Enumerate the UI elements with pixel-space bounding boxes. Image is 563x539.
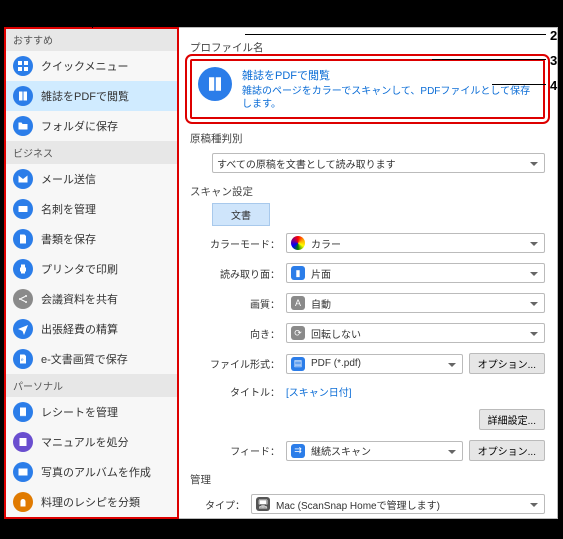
color-mode-label: カラーモード： [190, 236, 280, 251]
folder-icon [13, 116, 33, 136]
orientation-value: 回転しない [311, 326, 361, 341]
sidebar-item-label: フォルダに保存 [41, 118, 118, 134]
section-manage: 管理 [190, 472, 545, 487]
feed-value: 継続スキャン [311, 443, 371, 458]
title-label: タイトル： [190, 384, 280, 399]
doctype-select[interactable]: すべての原稿を文書として読み取ります [212, 153, 545, 173]
orientation-select[interactable]: ⟳ 回転しない [286, 323, 545, 343]
edoc-icon: e [13, 349, 33, 369]
sidebar-item-label: 写真のアルバムを作成 [41, 464, 151, 480]
scan-side-label: 読み取り面： [190, 266, 280, 281]
sidebar-category-business: ビジネス [5, 141, 177, 164]
book-icon [198, 67, 232, 101]
color-mode-select[interactable]: カラー [286, 233, 545, 253]
color-mode-value: カラー [311, 236, 341, 251]
card-icon [13, 199, 33, 219]
sidebar-item-label: 書類を保存 [41, 231, 96, 247]
sidebar-item[interactable]: プリンタで印刷 [5, 254, 177, 284]
scan-tab-document[interactable]: 文書 [212, 203, 270, 226]
section-profile-name: プロファイル名 [190, 40, 545, 55]
sidebar-item-label: 名刺を管理 [41, 201, 96, 217]
page-icon: ▮ [291, 266, 305, 280]
profile-card[interactable]: 雑誌をPDFで閲覧 雑誌のページをカラーでスキャンして、PDFファイルとして保存… [190, 59, 545, 119]
doc-icon [13, 229, 33, 249]
sidebar-item-label: レシートを管理 [41, 404, 118, 420]
sidebar-item[interactable]: 雑誌をPDFで閲覧 [5, 81, 177, 111]
title-value-link[interactable]: [スキャン日付] [286, 384, 352, 399]
callout-4: 4 [550, 78, 557, 93]
sidebar-item[interactable]: はがきや年賀状の整理 [5, 517, 177, 518]
rotate-icon: ⟳ [291, 326, 305, 340]
profile-text: 雑誌をPDFで閲覧 雑誌のページをカラーでスキャンして、PDFファイルとして保存… [242, 67, 537, 111]
sidebar-item[interactable]: フォルダに保存 [5, 111, 177, 141]
grid-icon [13, 56, 33, 76]
type-value: Mac (ScanSnap Homeで管理します) [276, 497, 440, 512]
feed-label: フィード： [190, 443, 280, 458]
feed-icon: ⇉ [291, 444, 305, 458]
doctype-value: すべての原稿を文書として読み取ります [217, 156, 396, 171]
file-format-value: PDF (*.pdf) [311, 358, 361, 369]
file-format-options-button[interactable]: オプション... [469, 353, 545, 374]
sidebar-item-label: メール送信 [41, 171, 96, 187]
detail-pane: プロファイル名 雑誌をPDFで閲覧 雑誌のページをカラーでスキャンして、PDFフ… [178, 28, 557, 518]
sidebar-item-label: 料理のレシピを分類 [41, 494, 140, 510]
sidebar-item-label: 会議資料を共有 [41, 291, 118, 307]
plane-icon [13, 319, 33, 339]
monitor-icon: 🖥 [256, 497, 270, 511]
recipe-icon [13, 492, 33, 512]
section-doctype: 原稿種判別 [190, 131, 545, 146]
sidebar-item[interactable]: マニュアルを処分 [5, 427, 177, 457]
sidebar: おすすめ クイックメニュー雑誌をPDFで閲覧フォルダに保存 ビジネス メール送信… [5, 28, 178, 518]
scan-side-select[interactable]: ▮ 片面 [286, 263, 545, 283]
sidebar-item-label: マニュアルを処分 [41, 434, 129, 450]
detail-settings-button[interactable]: 詳細設定... [479, 409, 545, 430]
sidebar-item-label: クイックメニュー [41, 58, 129, 74]
callout-3: 3 [550, 53, 557, 68]
scan-side-value: 片面 [311, 266, 331, 281]
auto-icon: A [291, 296, 305, 310]
sidebar-item-label: e-文書画質で保存 [41, 351, 128, 367]
sidebar-item[interactable]: 写真のアルバムを作成 [5, 457, 177, 487]
orientation-label: 向き： [190, 326, 280, 341]
file-format-select[interactable]: ▤ PDF (*.pdf) [286, 354, 463, 374]
sidebar-item[interactable]: メール送信 [5, 164, 177, 194]
callout-1: 1 [550, 0, 557, 15]
book-icon [13, 86, 33, 106]
file-format-label: ファイル形式： [190, 356, 280, 371]
section-scan-settings: スキャン設定 [190, 184, 545, 199]
quality-value: 自動 [311, 296, 331, 311]
print-icon [13, 259, 33, 279]
sidebar-item[interactable]: 出張経費の精算 [5, 314, 177, 344]
share-icon [13, 289, 33, 309]
sidebar-item-label: 出張経費の精算 [41, 321, 118, 337]
profile-title: 雑誌をPDFで閲覧 [242, 67, 537, 83]
feed-options-button[interactable]: オプション... [469, 440, 545, 461]
sidebar-item[interactable]: 会議資料を共有 [5, 284, 177, 314]
callout-2: 2 [550, 28, 557, 43]
feed-select[interactable]: ⇉ 継続スキャン [286, 441, 463, 461]
mail-icon [13, 169, 33, 189]
sidebar-item-label: プリンタで印刷 [41, 261, 118, 277]
color-wheel-icon [291, 236, 305, 250]
manual-icon [13, 432, 33, 452]
profile-description: 雑誌のページをカラーでスキャンして、PDFファイルとして保存します。 [242, 85, 537, 111]
photo-icon [13, 462, 33, 482]
sidebar-item[interactable]: 名刺を管理 [5, 194, 177, 224]
type-select[interactable]: 🖥 Mac (ScanSnap Homeで管理します) [251, 494, 545, 514]
sidebar-item[interactable]: 書類を保存 [5, 224, 177, 254]
type-label: タイプ： [190, 497, 245, 512]
quality-select[interactable]: A 自動 [286, 293, 545, 313]
pdf-icon: ▤ [291, 357, 305, 371]
sidebar-category-recommended: おすすめ [5, 28, 177, 51]
sidebar-item[interactable]: クイックメニュー [5, 51, 177, 81]
sidebar-item-label: 雑誌をPDFで閲覧 [41, 88, 129, 104]
quality-label: 画質： [190, 296, 280, 311]
sidebar-item[interactable]: レシートを管理 [5, 397, 177, 427]
app-window: おすすめ クイックメニュー雑誌をPDFで閲覧フォルダに保存 ビジネス メール送信… [4, 27, 558, 519]
sidebar-item[interactable]: e e-文書画質で保存 [5, 344, 177, 374]
receipt-icon [13, 402, 33, 422]
sidebar-category-personal: パーソナル [5, 374, 177, 397]
sidebar-item[interactable]: 料理のレシピを分類 [5, 487, 177, 517]
